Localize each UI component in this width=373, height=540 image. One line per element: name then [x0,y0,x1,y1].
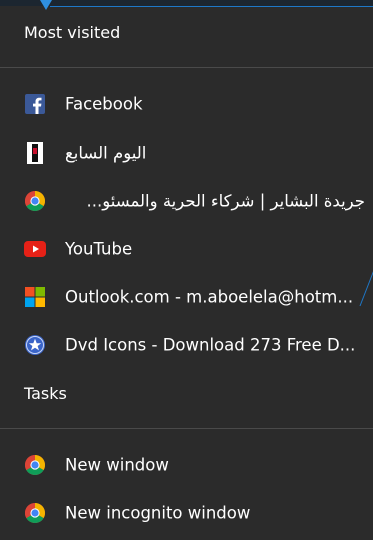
jump-item-albashayer[interactable]: جريدة البشاير | شركاء الحرية والمسئو... [0,179,373,223]
jump-item-label: اليوم السابع [65,143,147,163]
star-badge-icon [24,334,46,356]
task-label: New incognito window [65,503,251,523]
microsoft-icon [24,286,46,308]
jump-item-facebook[interactable]: Facebook [0,82,373,126]
most-visited-header: Most visited [24,23,121,42]
section-divider [0,428,373,429]
task-new-window[interactable]: New window [0,443,373,487]
jump-item-label: Dvd Icons - Download 273 Free D... [65,335,356,355]
chrome-icon [24,454,46,476]
jump-item-label: YouTube [65,239,133,259]
jump-item-youm7[interactable]: اليوم السابع [0,131,373,175]
facebook-icon [24,93,46,115]
jump-item-label: Facebook [65,94,143,114]
task-label: New window [65,455,169,475]
jump-item-label: جريدة البشاير | شركاء الحرية والمسئو... [86,191,365,211]
chrome-icon [24,502,46,524]
jump-list-menu: Most visited Facebook اليوم السابع جريدة… [0,10,373,540]
jump-item-youtube[interactable]: YouTube [0,227,373,271]
task-new-incognito-window[interactable]: New incognito window [0,491,373,535]
jump-item-outlook[interactable]: Outlook.com - m.aboelela@hotm... [0,275,373,319]
section-divider [0,67,373,68]
pointer-line-decoration [359,271,373,307]
pointer-arrow-icon [40,0,52,10]
taskbar-highlight-line [50,6,373,7]
youtube-icon [24,238,46,260]
tasks-header: Tasks [24,384,67,403]
jump-item-label: Outlook.com - m.aboelela@hotm... [65,287,354,307]
youm7-icon [24,142,46,164]
jump-item-dvd-icons[interactable]: Dvd Icons - Download 273 Free D... [0,323,373,367]
chrome-icon [24,190,46,212]
